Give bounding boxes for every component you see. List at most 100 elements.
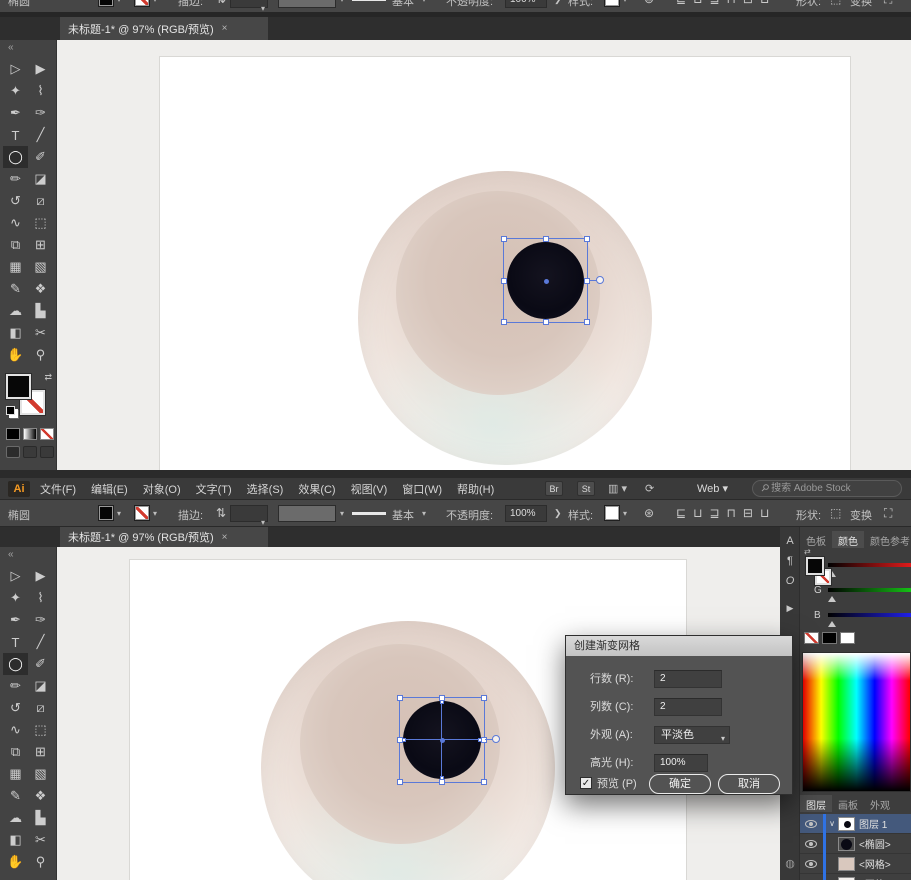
type-tool[interactable]: T [3,124,28,146]
zoom-tool[interactable]: ⚲ [28,851,53,873]
fill-dropdown-icon[interactable]: ▾ [117,0,121,4]
scale-tool[interactable]: ⧄ [28,697,53,719]
curvature-tool[interactable]: ✑ [28,609,53,631]
magic-wand-tool[interactable]: ✦ [3,587,28,609]
artboard-tool[interactable]: ◧ [3,322,28,344]
gradient-mode-button[interactable] [23,428,37,440]
gradient-tool[interactable]: ▧ [28,256,53,278]
opacity-value[interactable]: 100% [505,0,547,8]
green-slider[interactable] [828,588,911,592]
tab-swatches[interactable]: 色板 [800,531,832,548]
stroke-width-select[interactable]: ▾ [230,0,268,8]
brush-dropdown-icon[interactable]: ▾ [422,509,426,518]
layer-thumbnail[interactable] [838,837,855,851]
character-panel-icon[interactable]: A [780,535,800,547]
stock-icon[interactable]: St [577,481,595,496]
menu-file[interactable]: 文件(F) [40,481,76,497]
none-swatch[interactable] [804,632,819,644]
shape-builder-tool[interactable]: ⧉ [3,741,28,763]
style-swatch[interactable] [604,0,620,7]
layer-thumbnail[interactable] [838,877,855,880]
workspace-switcher[interactable]: Web ▾ [697,482,728,495]
collapse-panel-icon[interactable]: « [8,42,14,53]
actions-panel-icon[interactable]: ▶ [780,603,800,614]
eyedropper-tool[interactable]: ✎ [3,785,28,807]
zoom-tool[interactable]: ⚲ [28,344,53,366]
menu-select[interactable]: 选择(S) [247,481,284,497]
mesh-anchor-bottom[interactable] [440,776,444,780]
artboard-tool[interactable]: ◧ [3,829,28,851]
perspective-grid-tool[interactable]: ⊞ [28,234,53,256]
menu-object[interactable]: 对象(O) [143,481,181,497]
menu-help[interactable]: 帮助(H) [457,481,494,497]
preview-checkbox[interactable]: ✓ [580,777,592,789]
fullscreen-mode-button[interactable] [40,446,54,458]
tab-layers[interactable]: 图层 [800,795,832,812]
slider-handle[interactable] [828,621,836,627]
symbol-sprayer-tool[interactable]: ☁ [3,300,28,322]
transform-label[interactable]: 变换 [850,0,872,9]
layer-row[interactable]: <椭圆> [800,834,911,854]
stroke-color-swatch[interactable] [134,0,150,7]
red-slider[interactable] [828,563,911,567]
layer-row[interactable]: <网格> [800,854,911,874]
handle-w[interactable] [501,278,507,284]
line-segment-tool[interactable]: ╱ [28,124,53,146]
rotate-tool[interactable]: ↺ [3,190,28,212]
slider-handle[interactable] [828,596,836,602]
width-tool[interactable]: ∿ [3,719,28,741]
magic-wand-tool[interactable]: ✦ [3,80,28,102]
cc-sync-icon[interactable]: ◍ [780,857,800,870]
tab-appearance[interactable]: 外观 [864,795,896,812]
lasso-tool[interactable]: ⌇ [28,80,53,102]
canvas-top[interactable] [57,40,911,470]
arrange-documents-icon[interactable]: ▥ ▾ [608,482,627,495]
paintbrush-tool[interactable]: ✐ [28,653,53,675]
menu-type[interactable]: 文字(T) [196,481,232,497]
default-fill-stroke-icon[interactable] [6,406,15,415]
stroke-dropdown-icon[interactable]: ▾ [153,509,157,518]
handle-s[interactable] [543,319,549,325]
align-icons[interactable]: ⊑⊔⊒⊓⊟⊔ [676,506,776,520]
stroke-stepper-icon[interactable]: ⇅ [216,506,226,520]
handle-ne[interactable] [584,236,590,242]
column-graph-tool[interactable]: ▙ [28,300,53,322]
mesh-tool[interactable]: ▦ [3,256,28,278]
brush-dropdown-icon[interactable]: ▾ [422,0,426,4]
fullscreen-menu-mode-button[interactable] [23,446,37,458]
swap-fill-stroke-icon[interactable]: ⇄ [804,547,840,556]
layer-thumbnail[interactable] [838,857,855,871]
shape-builder-tool[interactable]: ⧉ [3,234,28,256]
style-swatch[interactable] [604,505,620,521]
paintbrush-tool[interactable]: ✐ [28,146,53,168]
share-icon[interactable]: ⟳ [645,482,654,495]
menu-window[interactable]: 窗口(W) [402,481,442,497]
stroke-color-swatch[interactable] [134,505,150,521]
profile-dropdown-icon[interactable]: ▾ [340,0,344,4]
layer-name[interactable]: <网格> [859,876,891,880]
layer-row[interactable]: ∨ 图层 1 [800,814,911,834]
menu-view[interactable]: 视图(V) [351,481,388,497]
search-input[interactable]: ⚲ 搜索 Adobe Stock [752,480,902,497]
rotate-handle-icon[interactable] [492,735,500,743]
collapse-panel-icon[interactable]: « [8,549,14,560]
handle-nw[interactable] [397,695,403,701]
selection-tool[interactable]: ▷ [3,565,28,587]
tab-artboards[interactable]: 画板 [832,795,864,812]
align-icons[interactable]: ⊑⊔⊒⊓⊟⊔ [676,0,776,6]
mesh-tool[interactable]: ▦ [3,763,28,785]
rotate-handle-icon[interactable] [596,276,604,284]
handle-n[interactable] [543,236,549,242]
free-transform-tool[interactable]: ⬚ [28,212,53,234]
blue-slider[interactable] [828,613,911,617]
stroke-stepper-icon[interactable]: ⇅ [216,0,226,6]
fill-color-swatch[interactable] [98,0,114,7]
profile-dropdown-icon[interactable]: ▾ [340,509,344,518]
handle-sw[interactable] [397,779,403,785]
style-dropdown-icon[interactable]: ▾ [623,509,627,518]
layer-name[interactable]: 图层 1 [859,816,887,831]
shape-widget-icon[interactable]: ⬚ [830,0,841,6]
opentype-panel-icon[interactable]: O [780,575,800,587]
swap-fill-stroke-icon[interactable]: ⇄ [44,372,52,383]
perspective-grid-tool[interactable]: ⊞ [28,741,53,763]
